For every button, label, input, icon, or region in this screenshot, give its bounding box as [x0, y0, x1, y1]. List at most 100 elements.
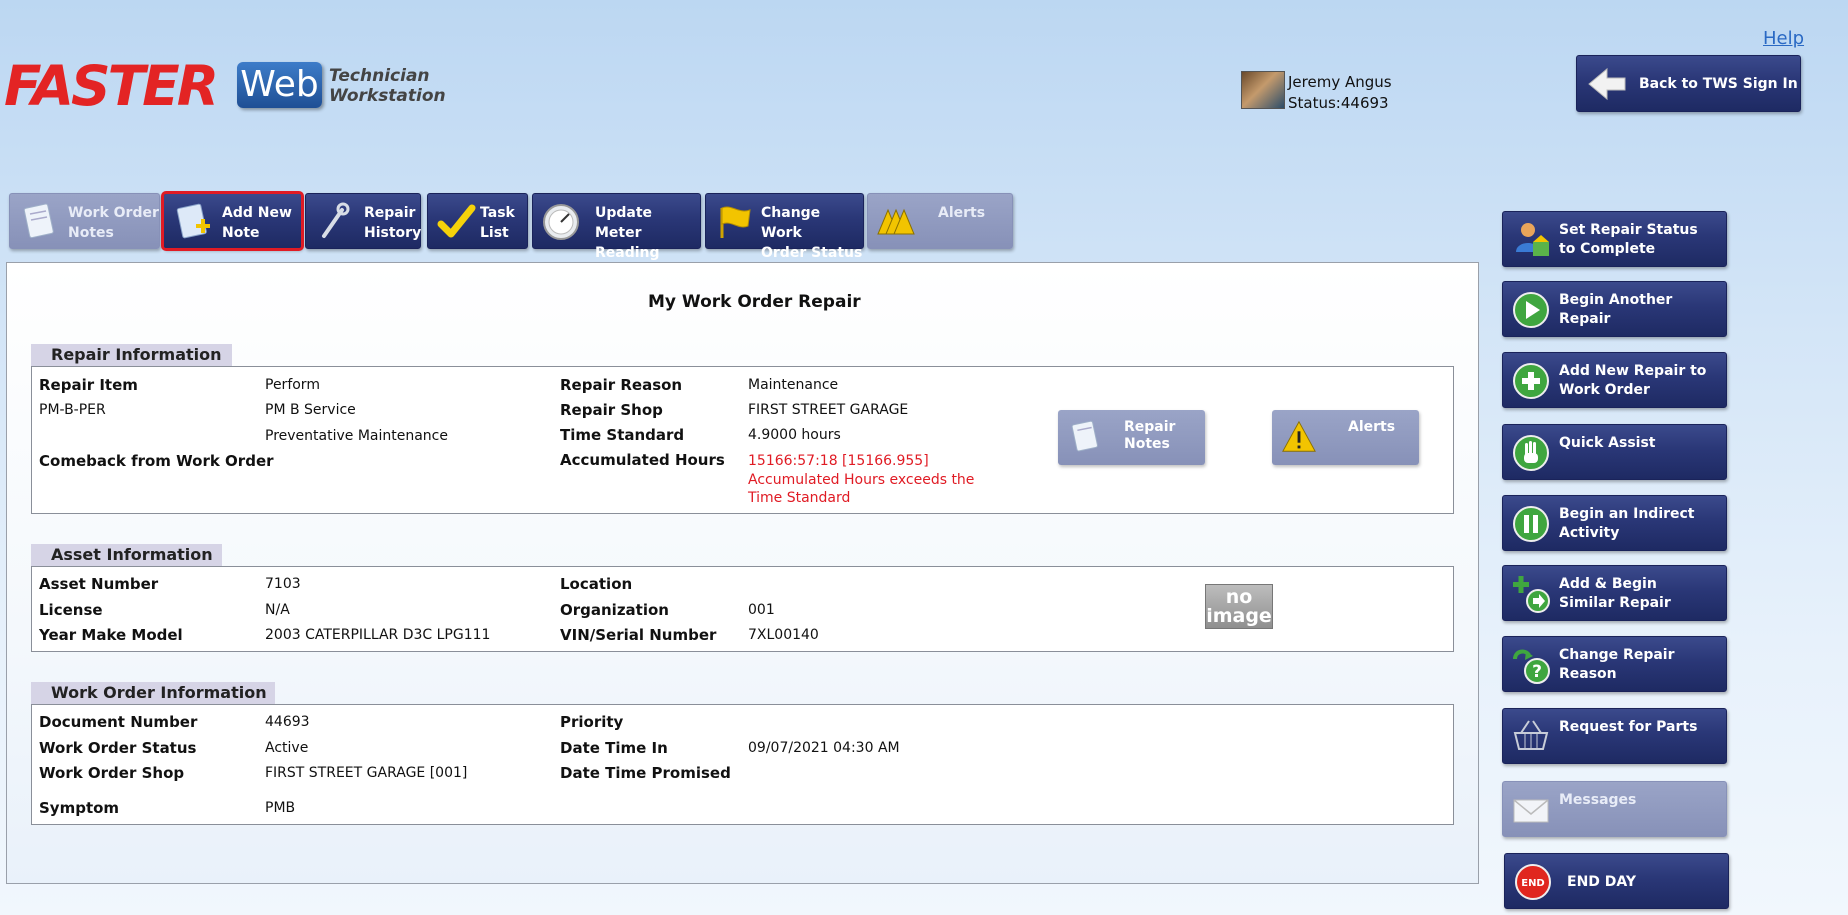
- logo-subtitle: Technician Workstation: [329, 66, 446, 106]
- accumulated-hours-label: Accumulated Hours: [560, 451, 725, 469]
- back-to-tws-signin-button[interactable]: Back to TWS Sign In: [1576, 55, 1801, 112]
- meter-gauge-icon: [543, 204, 579, 240]
- change-repair-reason-button[interactable]: ? Change Repair Reason: [1502, 636, 1727, 692]
- begin-another-repair-button[interactable]: Begin Another Repair: [1502, 281, 1727, 337]
- side-label-line1: Set Repair Status: [1559, 222, 1698, 238]
- set-repair-status-complete-button[interactable]: Set Repair Status to Complete: [1502, 211, 1727, 267]
- repair-shop-label: Repair Shop: [560, 401, 663, 419]
- repair-alerts-label: Alerts: [1348, 419, 1396, 435]
- tab-label-line2: Order Status: [761, 245, 863, 261]
- organization-value: 001: [748, 602, 775, 618]
- begin-indirect-activity-button[interactable]: Begin an Indirect Activity: [1502, 495, 1727, 551]
- request-for-parts-button[interactable]: Request for Parts: [1502, 708, 1727, 764]
- repair-info-heading: Repair Information: [31, 344, 232, 366]
- tab-label-line2: Reading: [595, 245, 660, 261]
- asset-no-image-placeholder: no image: [1205, 584, 1273, 629]
- side-label-line1: Begin an Indirect: [1559, 506, 1695, 522]
- quick-assist-button[interactable]: Quick Assist: [1502, 424, 1727, 480]
- symptom-label: Symptom: [39, 799, 120, 817]
- add-note-icon: [176, 203, 210, 239]
- tab-label-line2: History: [364, 225, 422, 241]
- time-standard-value: 4.9000 hours: [748, 427, 841, 443]
- side-label-line2: Activity: [1559, 525, 1620, 541]
- side-label-line1: Quick Assist: [1559, 435, 1656, 451]
- messages-button[interactable]: Messages: [1502, 781, 1727, 837]
- year-make-model-value: 2003 CATERPILLAR D3C LPG111: [265, 627, 491, 643]
- time-standard-label: Time Standard: [560, 426, 685, 444]
- tab-label-line2: List: [480, 225, 509, 241]
- checkmark-icon: [437, 204, 476, 238]
- hand-stop-icon: [1513, 435, 1549, 471]
- logo-subtitle-line2: Workstation: [329, 86, 446, 106]
- work-order-info-heading: Work Order Information: [31, 682, 275, 704]
- tab-change-work-order-status[interactable]: Change Work Order Status: [705, 193, 864, 261]
- date-time-promised-label: Date Time Promised: [560, 764, 731, 782]
- date-time-in-label: Date Time In: [560, 739, 668, 757]
- asset-number-label: Asset Number: [39, 575, 159, 593]
- license-value: N/A: [265, 602, 290, 618]
- tab-label-line1: Alerts: [938, 205, 986, 221]
- warning-icon: [1282, 420, 1316, 452]
- parts-basket-icon: [1513, 720, 1549, 750]
- pause-icon: [1513, 506, 1549, 542]
- repair-desc2-value: Preventative Maintenance: [265, 428, 448, 444]
- tab-label-line1: Task: [480, 205, 515, 221]
- logo-web-badge: Web: [237, 62, 322, 108]
- side-label-line2: Reason: [1559, 666, 1617, 682]
- user-avatar: [1241, 71, 1285, 109]
- alerts-warning-icon: [877, 208, 915, 235]
- tab-work-order-notes[interactable]: Work Order Notes: [9, 193, 160, 249]
- logo-subtitle-line1: Technician: [329, 66, 430, 86]
- add-begin-icon: [1513, 576, 1550, 613]
- question-icon: ?: [1513, 649, 1550, 684]
- repair-alerts-button[interactable]: Alerts: [1272, 410, 1419, 465]
- repair-reason-label: Repair Reason: [560, 376, 683, 394]
- side-label-line2: Similar Repair: [1559, 595, 1671, 611]
- plus-icon: [1513, 363, 1549, 399]
- tab-label-line1: Add New: [222, 205, 292, 221]
- side-label-line1: Messages: [1559, 792, 1637, 808]
- tab-label-line2: Notes: [68, 225, 114, 241]
- tab-add-new-note[interactable]: Add New Note: [161, 191, 304, 251]
- add-new-repair-button[interactable]: Add New Repair to Work Order: [1502, 352, 1727, 408]
- repair-notes-button[interactable]: Repair Notes: [1058, 410, 1205, 465]
- svg-text:?: ?: [1532, 662, 1542, 682]
- logo-faster-text: FASTER: [4, 54, 219, 118]
- symptom-value: PMB: [265, 800, 296, 816]
- add-begin-similar-repair-button[interactable]: Add & Begin Similar Repair: [1502, 565, 1727, 621]
- side-label-line1: Request for Parts: [1559, 719, 1698, 735]
- side-label-line1: Change Repair: [1559, 647, 1675, 663]
- side-label-line1: Add & Begin: [1559, 576, 1657, 592]
- repair-item-label: Repair Item: [39, 376, 138, 394]
- help-link[interactable]: Help: [1763, 28, 1804, 49]
- work-order-status-value: Active: [265, 740, 309, 756]
- tab-update-meter-reading[interactable]: Update Meter Reading: [532, 193, 701, 261]
- document-number-value: 44693: [265, 714, 310, 730]
- repair-desc-value: PM B Service: [265, 402, 356, 418]
- repair-notes-icon: [1071, 420, 1098, 452]
- tab-label-line1: Change Work: [761, 205, 821, 241]
- accumulated-hours-value: 15166:57:18 [15166.955]: [748, 453, 929, 469]
- tab-repair-history[interactable]: Repair History: [305, 193, 421, 249]
- end-day-button[interactable]: END END DAY: [1504, 853, 1729, 909]
- year-make-model-label: Year Make Model: [39, 626, 183, 644]
- organization-label: Organization: [560, 601, 669, 619]
- tab-label-line2: Note: [222, 225, 260, 241]
- side-label-line2: to Complete: [1559, 241, 1656, 257]
- side-label-line1: Begin Another: [1559, 292, 1673, 308]
- location-label: Location: [560, 575, 633, 593]
- notes-icon: [23, 203, 54, 239]
- side-label-line1: END DAY: [1567, 874, 1637, 890]
- tab-alerts[interactable]: Alerts: [867, 193, 1013, 249]
- page-title: My Work Order Repair: [648, 292, 861, 312]
- play-icon: [1513, 292, 1549, 328]
- end-day-icon: END: [1515, 864, 1551, 900]
- license-label: License: [39, 601, 103, 619]
- envelope-icon: [1513, 799, 1549, 823]
- repair-code-value: PM-B-PER: [39, 402, 106, 418]
- priority-label: Priority: [560, 713, 624, 731]
- work-order-status-label: Work Order Status: [39, 739, 197, 757]
- repair-shop-value: FIRST STREET GARAGE: [748, 402, 909, 418]
- tab-task-list[interactable]: Task List: [427, 193, 528, 249]
- work-order-shop-label: Work Order Shop: [39, 764, 185, 782]
